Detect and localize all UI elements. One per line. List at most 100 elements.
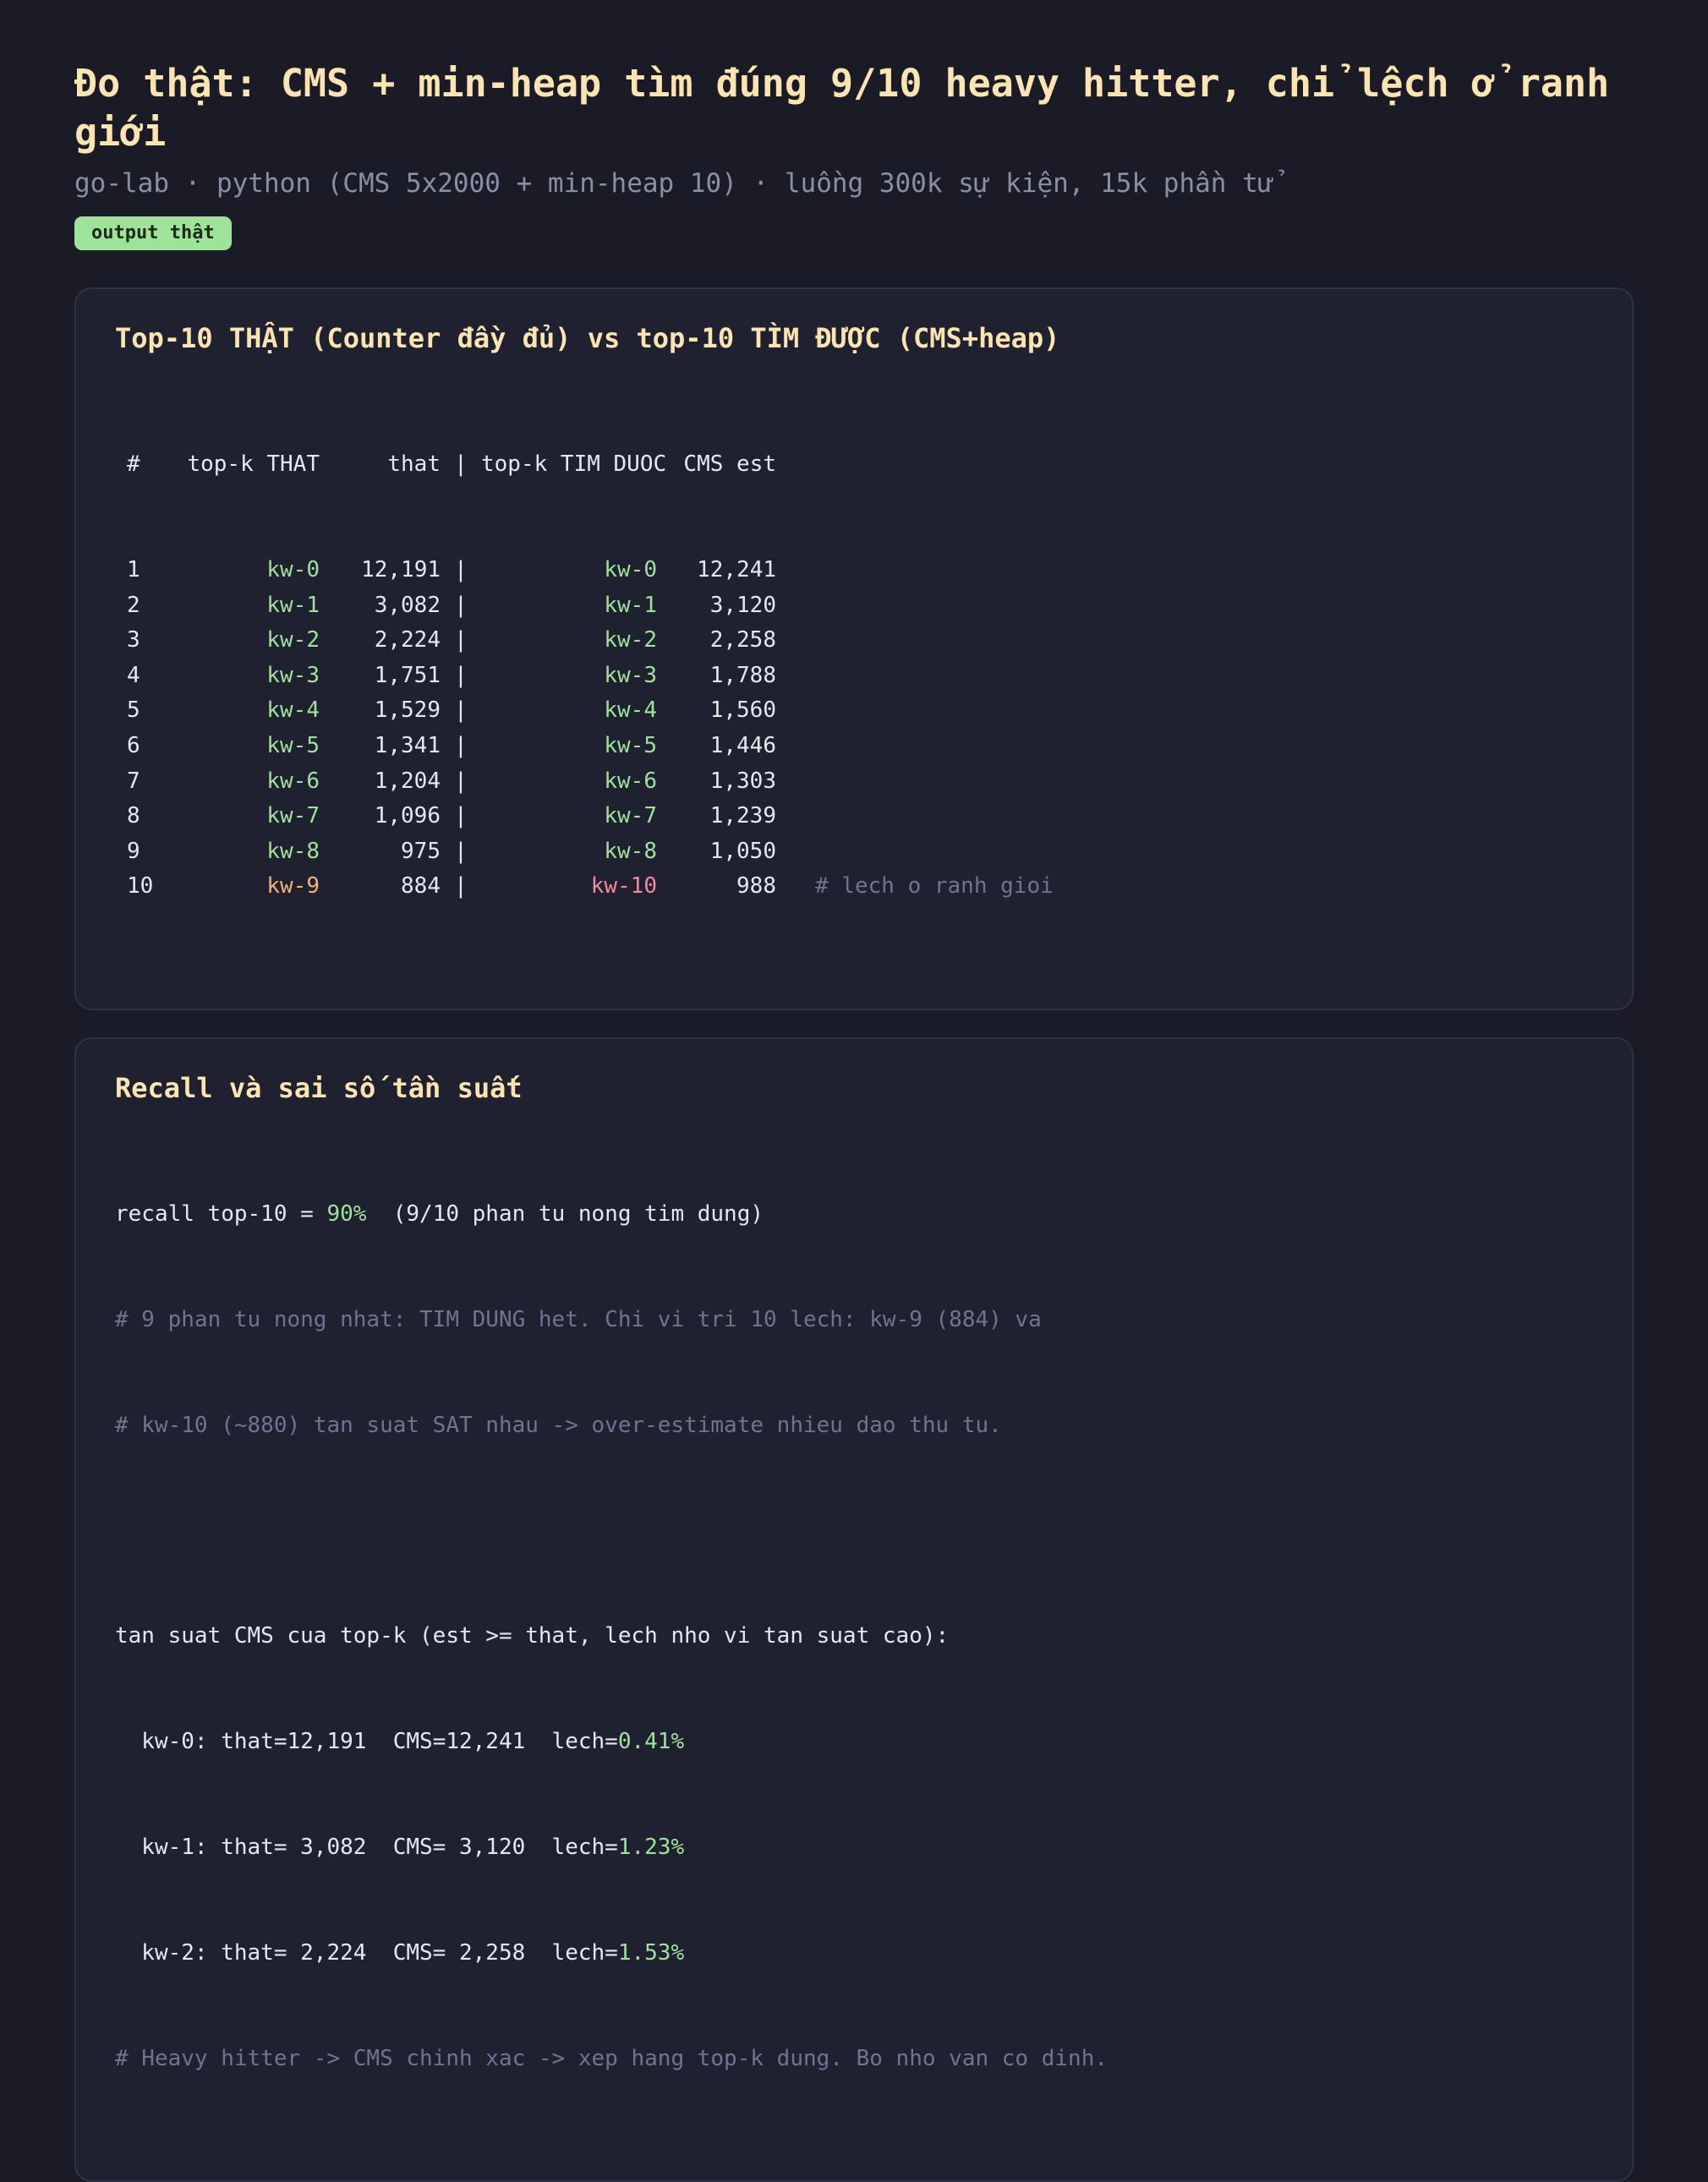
freq-row-pct: 1.23%	[617, 1834, 685, 1860]
recall-suffix: (9/10 phan tu nong tim dung)	[366, 1201, 764, 1228]
recall-value: 90%	[326, 1201, 367, 1228]
row-sep: |	[454, 627, 468, 654]
footer-comment: # Heavy hitter -> CMS chinh xac -> xep h…	[115, 2045, 1108, 2071]
row-val-est: 988	[736, 873, 776, 900]
row-key-true: kw-5	[266, 732, 320, 758]
row-val-est: 1,446	[709, 732, 776, 758]
row-num: 5	[127, 697, 140, 724]
topk-table: # top-k THAT that | top-k TIM DUOC CMS e…	[115, 377, 1593, 975]
row-key-found: kw-3	[604, 662, 657, 688]
col-header-key-true: top-k THAT	[187, 451, 320, 478]
freq-header: tan suat CMS cua top-k (est >= that, lec…	[115, 1623, 950, 1649]
row-key-true: kw-0	[266, 556, 320, 582]
row-key-true: kw-8	[266, 838, 320, 864]
topk-row: 10 kw-9 884 | kw-10 988 # lech o ranh gioi	[115, 869, 1593, 905]
recall-line: recall top-10 = 90% (9/10 phan tu nong t…	[115, 1197, 1593, 1233]
row-note: # lech o ranh gioi	[815, 873, 1054, 900]
row-sep: |	[454, 803, 468, 829]
row-sep: |	[454, 592, 468, 618]
row-key-found: kw-5	[604, 732, 657, 758]
row-sep: |	[454, 697, 468, 724]
row-val-est: 1,050	[709, 838, 776, 864]
row-val-true: 1,341	[374, 732, 441, 758]
freq-row: kw-0: that=12,191 CMS=12,241 lech=0.41%	[115, 1725, 1593, 1760]
row-num: 7	[127, 768, 140, 794]
row-num: 1	[127, 556, 140, 582]
row-key-true: kw-9	[266, 873, 320, 900]
row-num: 9	[127, 838, 140, 864]
topk-comparison-card: Top-10 THẬT (Counter đầy đủ) vs top-10 T…	[74, 287, 1634, 1011]
row-val-true: 1,096	[374, 803, 441, 829]
topk-row: 7 kw-6 1,204 | kw-6 1,303	[115, 764, 1593, 800]
row-sep: |	[454, 556, 468, 582]
col-header-val-true: that	[387, 451, 441, 478]
topk-table-header: # top-k THAT that | top-k TIM DUOC CMS e…	[115, 447, 1593, 483]
topk-row: 2 kw-1 3,082 | kw-1 3,120	[115, 588, 1593, 624]
freq-row-prefix: kw-1: that= 3,082 CMS= 3,120 lech=	[115, 1834, 618, 1860]
row-val-est: 1,239	[709, 803, 776, 829]
page-subtitle: go-lab · python (CMS 5x2000 + min-heap 1…	[74, 168, 1274, 199]
topk-card-title: Top-10 THẬT (Counter đầy đủ) vs top-10 T…	[115, 322, 1060, 354]
row-val-true: 2,224	[374, 627, 441, 654]
row-val-est: 3,120	[709, 592, 776, 618]
row-key-true: kw-4	[266, 697, 320, 724]
row-key-true: kw-1	[266, 592, 320, 618]
row-val-true: 1,751	[374, 662, 441, 688]
row-val-est: 1,303	[709, 768, 776, 794]
row-key-found: kw-6	[604, 768, 657, 794]
recall-prefix: recall top-10 =	[115, 1201, 327, 1228]
freq-row-pct: 1.53%	[617, 1939, 685, 1966]
row-val-est: 1,560	[709, 697, 776, 724]
row-val-est: 2,258	[709, 627, 776, 654]
topk-row: 1 kw-0 12,191 | kw-0 12,241	[115, 553, 1593, 588]
row-val-true: 1,529	[374, 697, 441, 724]
page-title: Đo thật: CMS + min-heap tìm đúng 9/10 he…	[74, 61, 1610, 155]
topk-row: 4 kw-3 1,751 | kw-3 1,788	[115, 659, 1593, 694]
freq-row-prefix: kw-2: that= 2,224 CMS= 2,258 lech=	[115, 1939, 618, 1966]
freq-row: kw-2: that= 2,224 CMS= 2,258 lech=1.53%	[115, 1936, 1593, 1971]
recall-comment-2: # kw-10 (~880) tan suat SAT nhau -> over…	[115, 1412, 1002, 1438]
row-num: 8	[127, 803, 140, 829]
output-badge: output thật	[74, 216, 232, 250]
row-num: 6	[127, 732, 140, 758]
row-val-true: 12,191	[361, 556, 441, 582]
freq-row-prefix: kw-0: that=12,191 CMS=12,241 lech=	[115, 1729, 618, 1755]
row-key-found: kw-7	[604, 803, 657, 829]
row-num: 2	[127, 592, 140, 618]
row-val-true: 975	[401, 838, 441, 864]
row-key-true: kw-2	[266, 627, 320, 654]
row-val-true: 1,204	[374, 768, 441, 794]
recall-comment-1: # 9 phan tu nong nhat: TIM DUNG het. Chi…	[115, 1307, 1042, 1333]
row-key-found: kw-1	[604, 592, 657, 618]
row-val-true: 884	[401, 873, 441, 900]
recall-output: recall top-10 = 90% (9/10 phan tu nong t…	[115, 1127, 1593, 2146]
row-sep: |	[454, 768, 468, 794]
row-num: 10	[127, 873, 154, 900]
topk-table-body: 1 kw-0 12,191 | kw-0 12,241 2 kw-1 3,082 | kw-1 3,1…	[115, 553, 1593, 905]
row-key-found: kw-2	[604, 627, 657, 654]
topk-row: 8 kw-7 1,096 | kw-7 1,239	[115, 799, 1593, 834]
freq-row-pct: 0.41%	[617, 1729, 685, 1755]
row-key-true: kw-3	[266, 662, 320, 688]
col-header-key-found: top-k TIM DUOC	[481, 451, 667, 478]
row-key-found: kw-0	[604, 556, 657, 582]
recall-card-title: Recall và sai số tần suất	[115, 1072, 523, 1105]
row-key-found: kw-8	[604, 838, 657, 864]
col-header-num: #	[127, 451, 140, 478]
row-val-est: 12,241	[697, 556, 776, 582]
freq-row: kw-1: that= 3,082 CMS= 3,120 lech=1.23%	[115, 1830, 1593, 1866]
page: Đo thật: CMS + min-heap tìm đúng 9/10 he…	[0, 0, 1708, 2182]
topk-row: 5 kw-4 1,529 | kw-4 1,560	[115, 693, 1593, 729]
row-key-true: kw-7	[266, 803, 320, 829]
row-sep: |	[454, 873, 468, 900]
row-key-found: kw-10	[590, 873, 657, 900]
row-val-est: 1,788	[709, 662, 776, 688]
row-num: 3	[127, 627, 140, 654]
col-header-sep: |	[454, 451, 468, 478]
row-num: 4	[127, 662, 140, 688]
row-sep: |	[454, 838, 468, 864]
recall-card: Recall và sai số tần suất recall top-10 …	[74, 1037, 1634, 2182]
topk-row: 3 kw-2 2,224 | kw-2 2,258	[115, 623, 1593, 659]
row-key-found: kw-4	[604, 697, 657, 724]
